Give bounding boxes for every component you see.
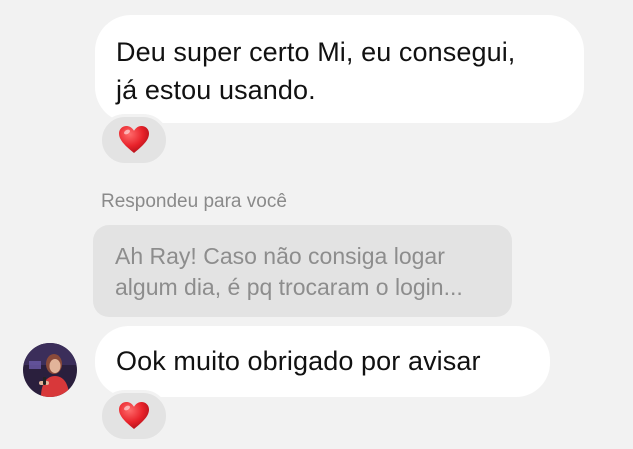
quoted-line: algum dia, é pq trocaram o login... bbox=[115, 274, 463, 300]
message-line: Deu super certo Mi, eu consegui, bbox=[116, 37, 516, 67]
avatar[interactable] bbox=[23, 343, 77, 397]
message-bubble[interactable]: Ook muito obrigado por avisar bbox=[95, 326, 550, 397]
message-text: Ook muito obrigado por avisar bbox=[116, 346, 481, 376]
quoted-message[interactable]: Ah Ray! Caso não consiga logar algum dia… bbox=[93, 225, 512, 317]
reaction-badge[interactable] bbox=[99, 390, 169, 442]
message-line: já estou usando. bbox=[116, 75, 316, 105]
reaction-badge[interactable] bbox=[99, 114, 169, 166]
reply-label: Respondeu para você bbox=[101, 191, 287, 212]
heart-icon bbox=[119, 126, 149, 153]
chat-thread: Deu super certo Mi, eu consegui, já esto… bbox=[0, 0, 633, 449]
avatar-image bbox=[23, 343, 77, 397]
message-bubble[interactable]: Deu super certo Mi, eu consegui, já esto… bbox=[95, 15, 584, 123]
heart-icon bbox=[119, 402, 149, 429]
quoted-line: Ah Ray! Caso não consiga logar bbox=[115, 243, 445, 269]
